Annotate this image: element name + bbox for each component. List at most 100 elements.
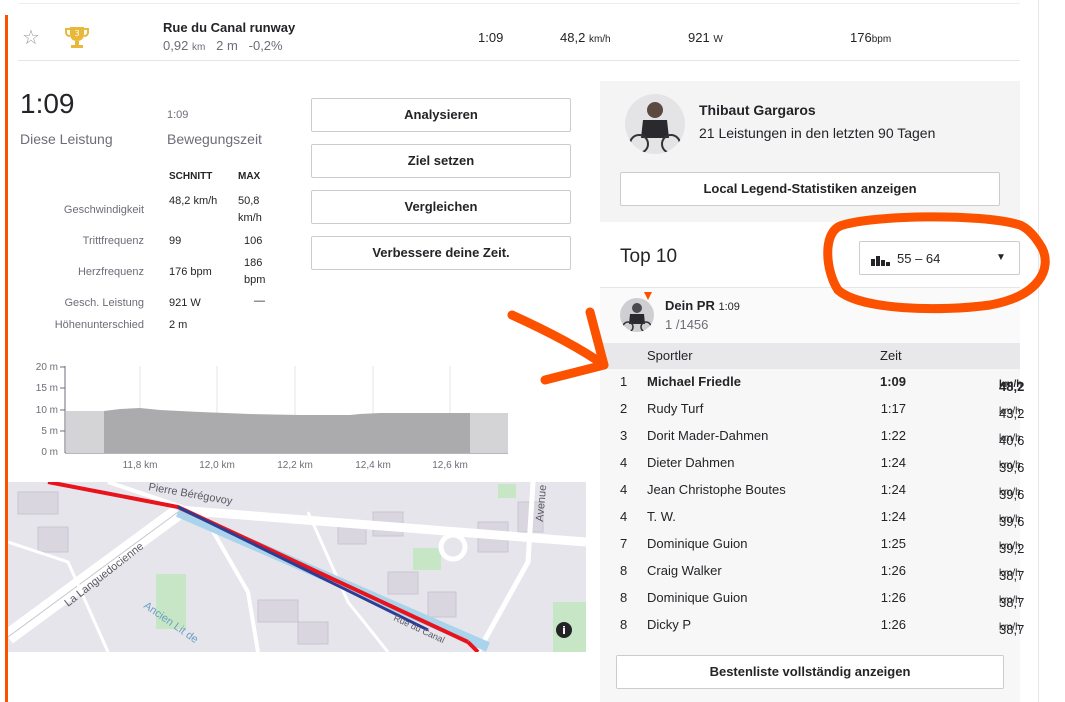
athlete-avatar[interactable] <box>625 94 685 154</box>
row-athlete-name[interactable]: Dominique Guion <box>647 536 747 551</box>
leaderboard-row[interactable]: 4 Dieter Dahmen 1:24 39,6 km/h <box>600 450 1024 477</box>
row-athlete-name[interactable]: Jean Christophe Boutes <box>647 482 786 497</box>
leaderboard-row[interactable]: 4 Jean Christophe Boutes 1:24 39,6 km/h <box>600 477 1024 504</box>
stat-avg-power: 921 W <box>169 297 201 309</box>
segment-map[interactable]: Pierre Bérégovoy La Languedocienne Avenu… <box>8 482 586 652</box>
x-tick-12-6: 12,6 km <box>432 460 468 471</box>
stat-label-elevation: Höhenunterschied <box>54 319 144 331</box>
leaderboard-row[interactable]: 3 Dorit Mader-Dahmen 1:22 40,6 km/h <box>600 423 1024 450</box>
pr-label: Dein PR 1:09 <box>665 298 740 313</box>
x-tick-12-4: 12,4 km <box>355 460 391 471</box>
map-info-glyph: i <box>562 624 566 637</box>
row-athlete-name[interactable]: Dorit Mader-Dahmen <box>647 428 768 443</box>
star-icon[interactable]: ☆ <box>22 25 40 50</box>
row-speed-unit: km/h <box>999 541 1021 552</box>
row-time: 1:09 <box>879 374 906 389</box>
athlete-efforts-count: 21 Leistungen in den letzten 90 Tagen <box>699 125 936 141</box>
pr-label-text: Dein PR <box>665 298 715 313</box>
athlete-name[interactable]: Thibaut Gargaros <box>699 102 816 118</box>
stat-label-speed: Geschwindigkeit <box>63 204 144 216</box>
leaderboard-row[interactable]: 8 Dominique Guion 1:26 38,7 km/h <box>600 585 1024 612</box>
bar-chart-icon <box>871 256 890 266</box>
row-speed-unit: km/h <box>999 460 1021 471</box>
trophy-rank: 3 <box>74 29 79 38</box>
improve-time-button[interactable]: Verbessere deine Zeit. <box>311 236 571 270</box>
stat-avg-speed: 48,2 km/h <box>169 195 218 207</box>
row-athlete-name[interactable]: Rudy Turf <box>647 401 703 416</box>
row-time: 1:26 <box>880 563 906 578</box>
stat-avg-cadence: 99 <box>169 235 182 247</box>
segment-row[interactable]: ☆ 3 Rue du Canal runway 0,92 km 2 m -0,2… <box>18 15 1020 61</box>
set-goal-button[interactable]: Ziel setzen <box>311 144 571 178</box>
row-time: 1:17 <box>880 401 906 416</box>
segment-speed: 48,2 km/h <box>560 30 611 45</box>
segment-hr: 176bpm <box>850 30 891 45</box>
strava-badge-icon <box>644 292 652 300</box>
row-speed-unit: km/h <box>999 379 1023 390</box>
y-tick-10: 10 m <box>36 405 58 416</box>
stat-max-hr: 186 bpm <box>244 257 266 286</box>
annotation-arrow-head <box>540 307 609 385</box>
row-athlete-name[interactable]: Dieter Dahmen <box>647 455 734 470</box>
row-athlete-name[interactable]: Craig Walker <box>647 563 722 578</box>
y-tick-5: 5 m <box>41 426 58 437</box>
x-tick-11-8: 11,8 km <box>123 460 158 471</box>
stat-avg-elevation: 2 m <box>169 319 188 331</box>
compare-button[interactable]: Vergleichen <box>311 190 571 224</box>
row-rank: 8 <box>620 617 628 632</box>
col-athlete-header[interactable]: Sportler <box>647 348 693 363</box>
leaderboard-row[interactable]: 8 Craig Walker 1:26 38,7 km/h <box>600 558 1024 585</box>
y-tick-0: 0 m <box>41 447 58 458</box>
row-time: 1:25 <box>880 536 906 551</box>
segment-power: 921 W <box>688 30 723 45</box>
pr-avatar-image <box>620 298 654 332</box>
y-tick-20: 20 m <box>36 362 58 373</box>
annotation-arrow-shaft <box>507 310 609 370</box>
chevron-down-icon: ▼ <box>996 252 1006 263</box>
segment-speed-unit: km/h <box>588 34 611 45</box>
row-speed-unit: km/h <box>999 433 1021 444</box>
stat-label-power: Gesch. Leistung <box>64 297 145 309</box>
leaderboard-row[interactable]: 7 Dominique Guion 1:25 39,2 km/h <box>600 531 1024 558</box>
segment-name[interactable]: Rue du Canal runway <box>163 20 295 35</box>
athlete-panel: Thibaut Gargaros 21 Leistungen in den le… <box>600 81 1020 222</box>
athlete-avatar-image <box>625 94 685 154</box>
segment-distance: 0,92 <box>163 38 189 53</box>
local-legend-stats-button[interactable]: Local Legend-Statistiken anzeigen <box>620 172 1000 206</box>
age-filter-dropdown[interactable]: 55 – 64 ▼ <box>859 241 1020 275</box>
segment-power-unit: W <box>713 34 723 45</box>
row-athlete-name[interactable]: Dicky P <box>647 617 691 632</box>
y-tick-15: 15 m <box>36 383 58 394</box>
moving-time-label: Bewegungszeit <box>167 131 262 147</box>
row-rank: 8 <box>620 590 628 605</box>
trophy-icon: 3 <box>65 27 89 48</box>
row-athlete-name[interactable]: Michael Friedle <box>647 374 741 389</box>
row-athlete-name[interactable]: Dominique Guion <box>647 590 747 605</box>
leaderboard-row[interactable]: 1 Michael Friedle 1:09 48,2 km/h <box>600 369 1024 396</box>
row-rank: 1 <box>620 374 628 389</box>
stat-label-cadence: Trittfrequenz <box>82 235 144 247</box>
x-tick-12-0: 12,0 km <box>199 460 235 471</box>
personal-record-row[interactable]: Dein PR 1:09 1 /1456 <box>600 287 1020 343</box>
pr-rank-value: 1 <box>665 317 673 332</box>
row-rank: 4 <box>620 482 628 497</box>
leaderboard-row[interactable]: 4 T. W. 1:24 39,6 km/h <box>600 504 1024 531</box>
leaderboard-title: Top 10 <box>620 246 678 267</box>
x-tick-12-2: 12,2 km <box>277 460 313 471</box>
full-leaderboard-button[interactable]: Bestenliste vollständig anzeigen <box>616 655 1004 689</box>
row-time: 1:24 <box>880 509 906 524</box>
segment-stats: 0,92 km 2 m -0,2% <box>163 38 283 53</box>
elevation-chart[interactable]: 20 m 15 m 10 m 5 m 0 m 11,8 km 12,0 km 1… <box>20 358 510 478</box>
segment-elev-gain: 2 m <box>216 38 238 53</box>
row-rank: 4 <box>620 509 628 524</box>
analyze-button[interactable]: Analysieren <box>311 98 571 132</box>
col-time-header[interactable]: Zeit <box>880 348 902 363</box>
stat-max-speed: 50,8 km/h <box>238 195 262 224</box>
leaderboard-row[interactable]: 8 Dicky P 1:26 38,7 km/h <box>600 612 1024 639</box>
row-rank: 7 <box>620 536 628 551</box>
row-speed-unit: km/h <box>999 514 1021 525</box>
leaderboard-row[interactable]: 2 Rudy Turf 1:17 43,2 km/h <box>600 396 1024 423</box>
pr-rank-total: /1456 <box>675 317 709 332</box>
row-athlete-name[interactable]: T. W. <box>647 509 676 524</box>
moving-time: 1:09 <box>167 109 189 121</box>
